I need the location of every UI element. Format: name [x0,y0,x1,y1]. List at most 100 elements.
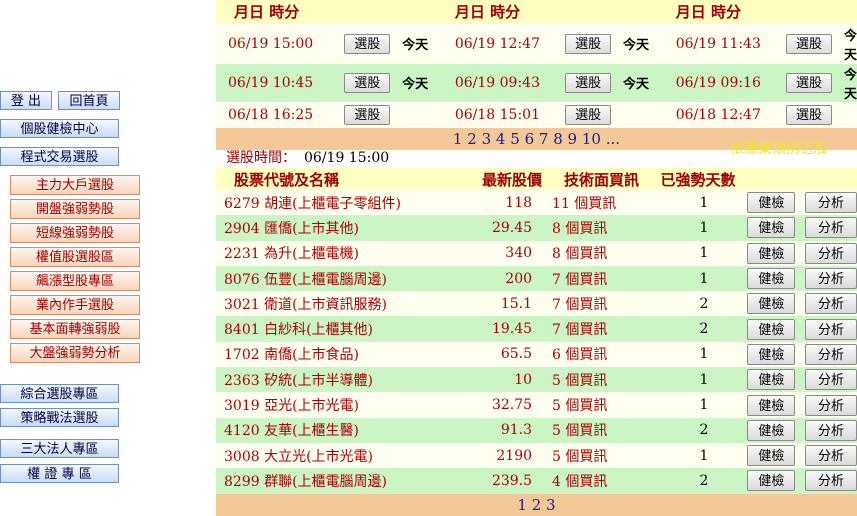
buy-signal-count: 7 個買訊 [552,271,608,288]
page-link[interactable]: 3 [482,130,492,148]
program-trading-button[interactable]: 程式交易選股 [0,147,119,166]
pick-button[interactable]: 選股 [786,105,833,126]
buy-signal-count: 8 個買訊 [552,220,608,237]
health-check-button[interactable]: 健檢 [747,470,796,492]
pick-time: 06/19 12:47 [454,35,540,52]
page-link[interactable]: 7 [539,130,549,148]
page-link[interactable]: 3 [546,496,556,514]
stock-price: 10 [514,371,533,388]
today-label: 今天 [623,38,650,53]
health-check-button[interactable]: 健檢 [747,242,796,264]
health-check-button[interactable]: 健檢 [747,419,796,441]
nav-market-analysis-button[interactable]: 大盤強弱勢分析 [10,343,140,363]
nav-open-strength-button[interactable]: 開盤強弱勢股 [10,199,140,219]
page-link[interactable]: 1 [517,496,527,514]
page-link[interactable]: 2 [532,496,542,514]
pick-button[interactable]: 選股 [344,72,391,93]
today-label [844,102,857,128]
page-link[interactable]: 10 [582,130,601,148]
pick-button[interactable]: 選股 [565,33,612,54]
page-link[interactable]: 8 [553,130,563,148]
stock-name: 6279 胡連(上櫃電子零組件) [224,195,402,212]
health-check-button[interactable]: 健檢 [747,318,796,340]
strong-days: 2 [699,472,709,489]
analyze-button[interactable]: 分析 [805,318,857,340]
logout-button[interactable]: 登 出 [0,91,52,110]
buy-signal-count: 6 個買訊 [552,347,608,364]
recent-row: 06/18 16:25 選股 06/18 15:01 選股 06/18 12:4… [216,102,857,128]
pick-button[interactable]: 選股 [344,105,391,126]
nav-strategy-button[interactable]: 策略戰法選股 [0,408,119,427]
pick-button[interactable]: 選股 [565,72,612,93]
stock-checkup-center-button[interactable]: 個股健檢中心 [0,119,119,138]
today-label: 今天 [402,38,429,53]
pick-time: 06/19 10:45 [228,74,314,91]
today-label: 今天 [843,67,857,102]
strong-days: 2 [699,422,709,439]
stock-row: 2363 矽統(上市半導體) 10 5 個買訊 1 健檢 分析 [216,367,857,393]
analyze-button[interactable]: 分析 [805,293,857,315]
stock-name: 4120 友華(上櫃生醫) [224,423,360,440]
page-link[interactable]: 4 [496,130,506,148]
analyze-button[interactable]: 分析 [805,343,857,365]
page-link[interactable]: 1 [453,130,463,148]
page-link[interactable]: 6 [525,130,535,148]
strong-days: 1 [699,270,709,287]
health-check-button[interactable]: 健檢 [747,268,796,290]
home-button[interactable]: 回首頁 [58,91,120,110]
stock-list-pager: 1 2 3 [216,494,857,516]
page-link[interactable]: 2 [467,130,477,148]
pick-button[interactable]: 選股 [786,72,833,93]
strong-days: 2 [699,295,709,312]
nav-weighted-stock-button[interactable]: 權值股選股區 [10,247,140,267]
analyze-button[interactable]: 分析 [805,268,857,290]
analyze-button[interactable]: 分析 [805,242,857,264]
nav-fundamental-button[interactable]: 基本面轉強弱股 [10,319,140,339]
nav-insider-button[interactable]: 業內作手選股 [10,295,140,315]
stock-price: 2190 [496,447,533,464]
health-check-button[interactable]: 健檢 [747,394,796,416]
stock-name: 3021 衛道(上市資訊服務) [224,296,388,313]
buy-signal-count: 11 個買訊 [552,195,617,212]
page-link[interactable]: 5 [510,130,520,148]
pick-button[interactable]: 選股 [565,105,612,126]
health-check-button[interactable]: 健檢 [747,369,796,391]
col-header-days: 已強勢天數 [660,168,748,190]
industry-pick-link[interactable]: 依產業類別選股 [730,138,828,158]
health-check-button[interactable]: 健檢 [747,343,796,365]
pick-button[interactable]: 選股 [344,33,391,54]
pick-time: 06/18 16:25 [228,107,314,124]
analyze-button[interactable]: 分析 [805,419,857,441]
stock-row: 8299 群聯(上櫃電腦周邊) 239.5 4 個買訊 2 健檢 分析 [216,468,857,494]
stock-price: 29.45 [491,219,533,236]
pick-time-display: 選股時間： 06/19 15:00 [226,147,389,167]
nav-warrant-button[interactable]: 權 證 專 區 [0,464,119,483]
health-check-button[interactable]: 健檢 [747,192,796,214]
stock-name: 8076 伍豐(上櫃電腦周邊) [224,271,388,288]
analyze-button[interactable]: 分析 [805,217,857,239]
buy-signal-count: 5 個買訊 [552,398,608,415]
health-check-button[interactable]: 健檢 [747,293,796,315]
health-check-button[interactable]: 健檢 [747,217,796,239]
nav-surge-stock-button[interactable]: 飆漲型股專區 [10,271,140,291]
header-datetime: 月日 時分 [675,3,741,22]
buy-signal-count: 5 個買訊 [552,372,608,389]
nav-institutional-button[interactable]: 三大法人專區 [0,439,119,458]
stock-name: 8299 群聯(上櫃電腦周邊) [224,473,388,490]
recent-row: 06/19 10:45 選股 今天 06/19 09:43 選股 今天 06/1… [216,63,857,102]
buy-signal-count: 5 個買訊 [552,423,608,440]
nav-main-force-button[interactable]: 主力大戶選股 [10,175,140,195]
pick-button[interactable]: 選股 [786,33,833,54]
page-link[interactable]: 9 [568,130,578,148]
analyze-button[interactable]: 分析 [805,369,857,391]
nav-composite-button[interactable]: 綜合選股專區 [0,384,119,403]
analyze-button[interactable]: 分析 [805,470,857,492]
pick-time: 06/19 09:43 [454,74,540,91]
page-more-link[interactable]: ... [606,130,620,148]
analyze-button[interactable]: 分析 [805,394,857,416]
nav-short-term-button[interactable]: 短線強弱勢股 [10,223,140,243]
health-check-button[interactable]: 健檢 [747,445,796,467]
analyze-button[interactable]: 分析 [805,192,857,214]
recent-picks-table: 月日 時分 月日 時分 月日 時分 06/19 15:00 選股 今天 06/1… [216,0,857,150]
analyze-button[interactable]: 分析 [805,445,857,467]
